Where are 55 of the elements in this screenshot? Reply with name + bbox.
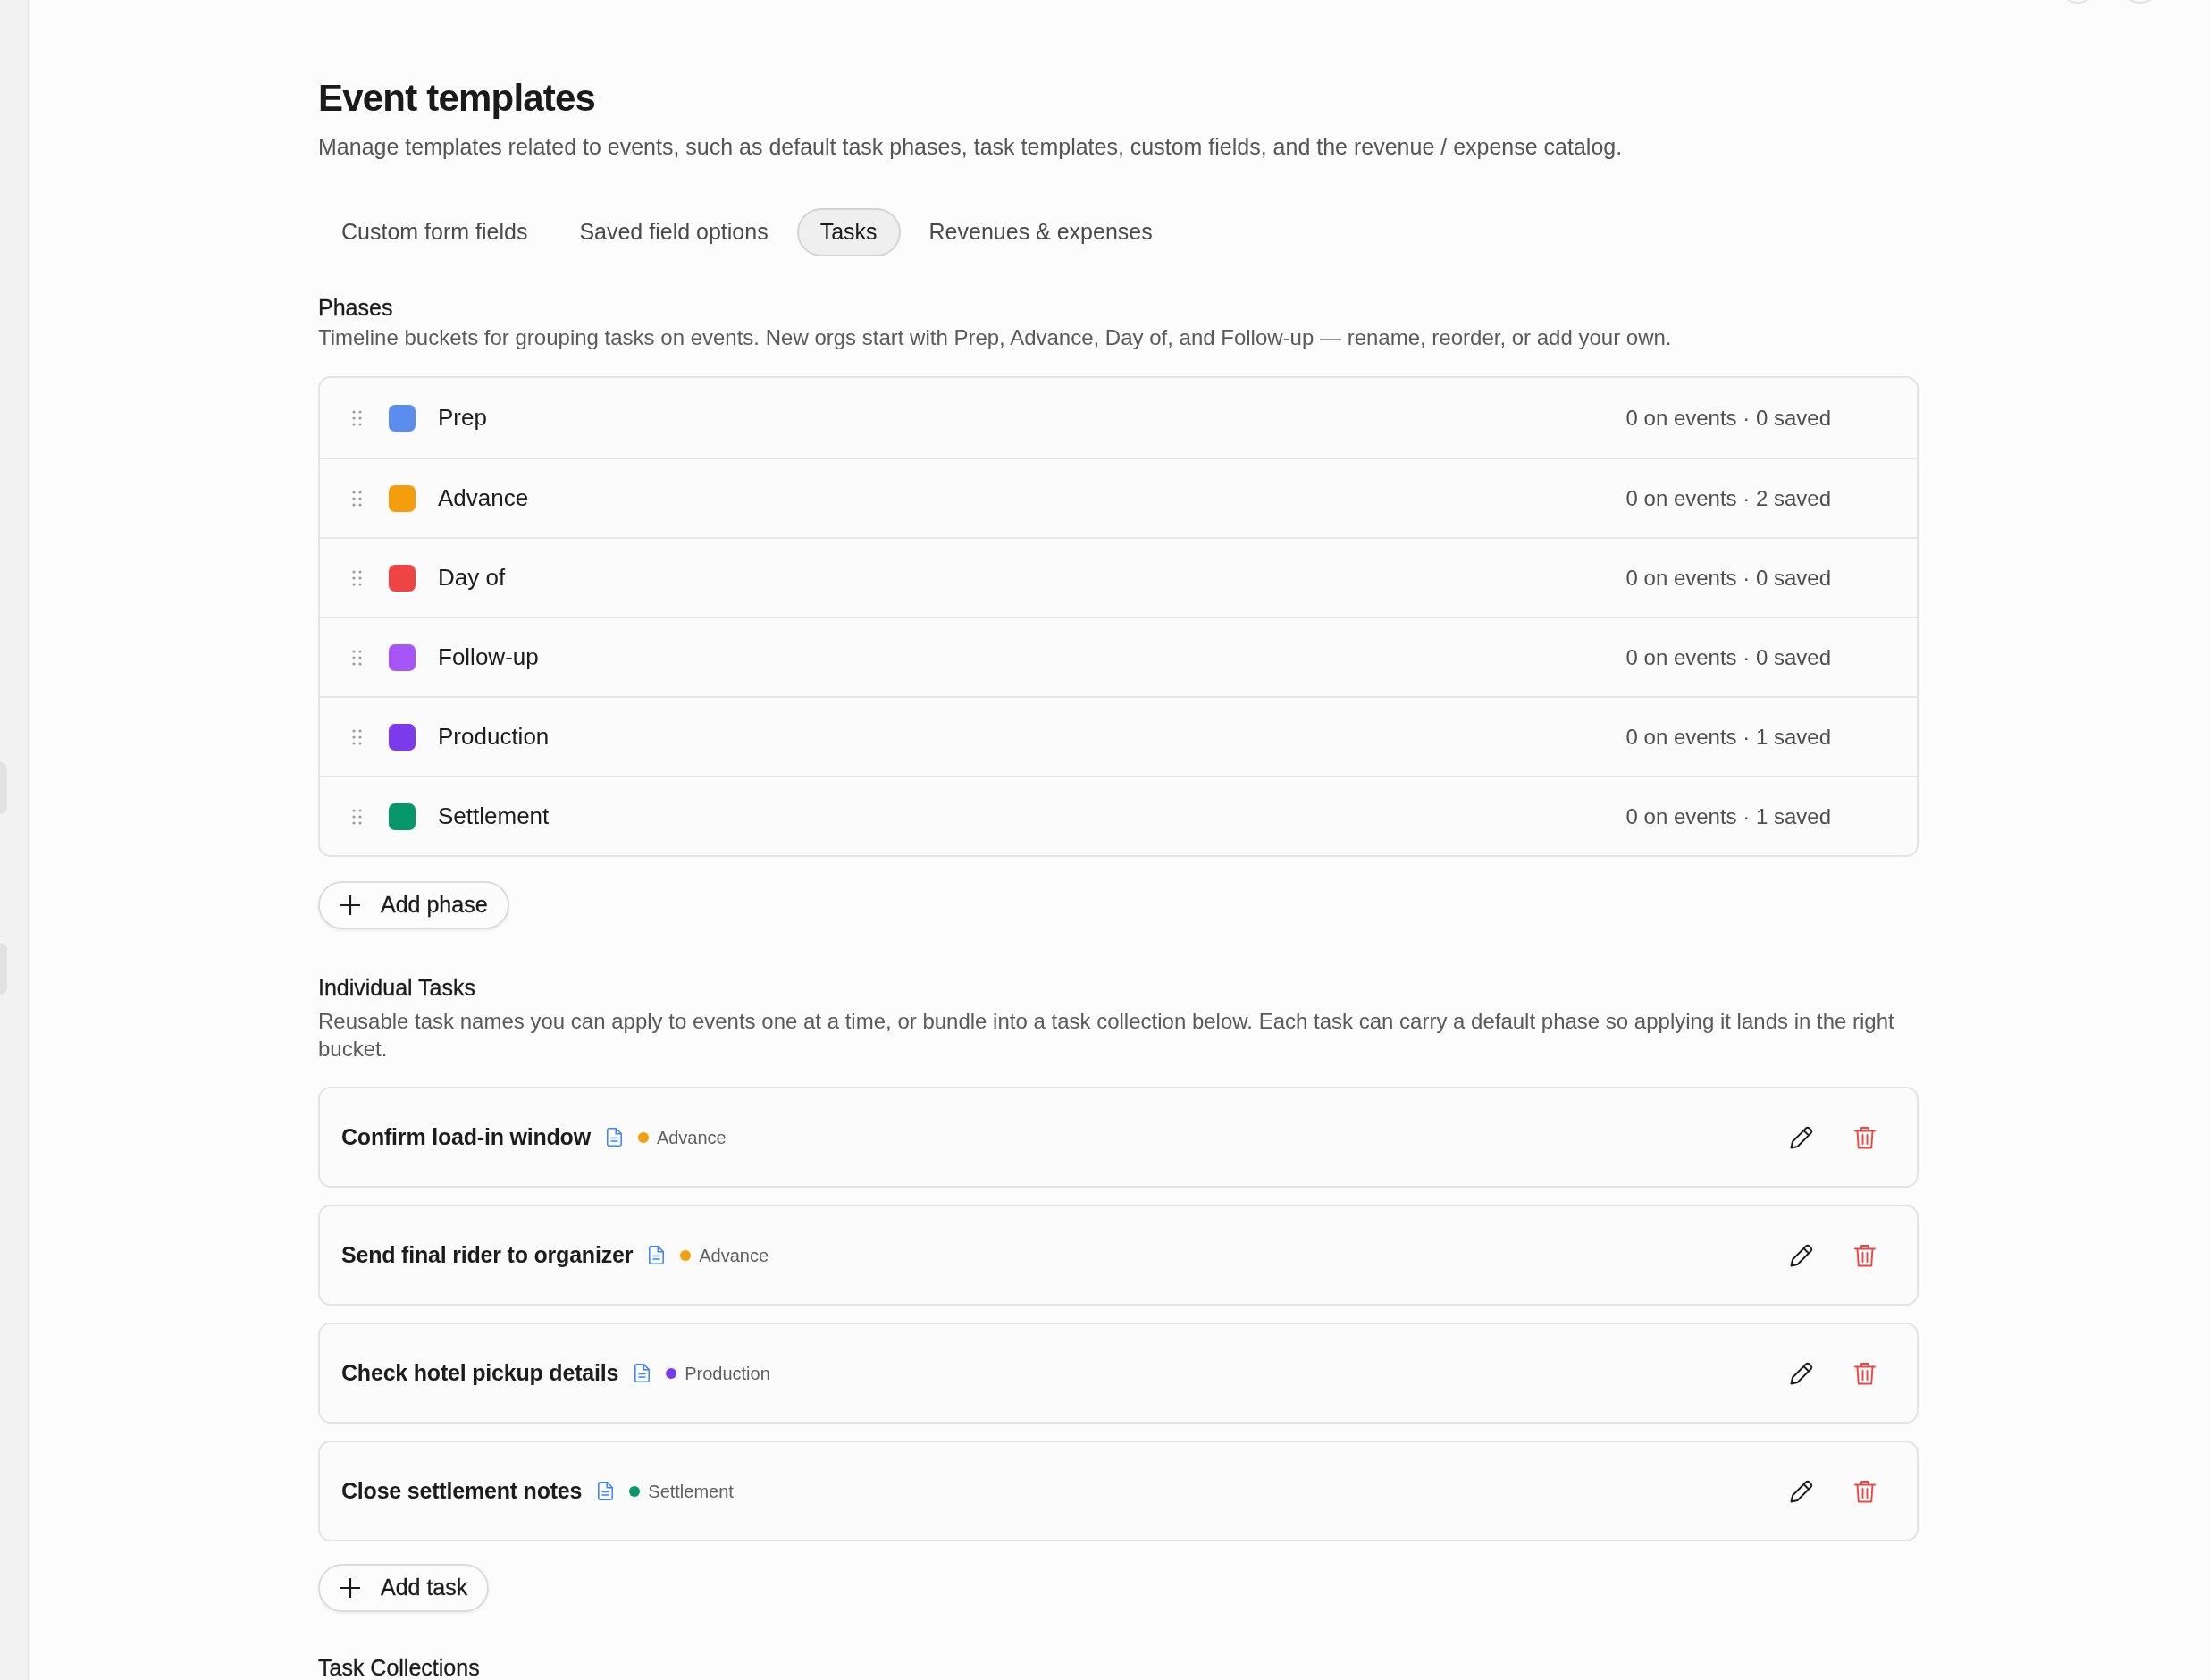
pencil-icon	[1790, 1361, 1813, 1385]
drag-handle-icon[interactable]	[352, 490, 362, 507]
phase-label: Production	[685, 1362, 770, 1385]
page-description: Manage templates related to events, such as default task phases, task templates, custom fields, and the revenue / expense catalog.	[318, 133, 1624, 161]
pencil-icon	[1790, 1125, 1813, 1149]
add-task-button[interactable]: Add task	[318, 1564, 490, 1612]
usage-count: 0 on events · 1 saved	[1625, 723, 1831, 751]
phase-name: Day of	[438, 563, 506, 592]
add-phase-button[interactable]: Add phase	[318, 881, 509, 929]
pencil-icon	[1790, 1243, 1813, 1267]
trash-icon	[1853, 1361, 1877, 1385]
phase-row[interactable]: Production 0 on events · 1 saved	[320, 696, 1917, 776]
drag-handle-icon[interactable]	[352, 649, 362, 666]
task-name: Send final rider to organizer	[341, 1240, 634, 1269]
usage-count: 0 on events · 0 saved	[1625, 643, 1831, 671]
section-description: Timeline buckets for grouping tasks on events. New orgs start with Prep, Advance, Day of, and Follow-up — rename, reorder, or add your own.	[318, 324, 1673, 351]
page-title: Event templates	[318, 76, 597, 121]
phase-row[interactable]: Settlement 0 on events · 1 saved	[320, 776, 1917, 855]
section-heading: Task Collections	[318, 1654, 481, 1680]
drag-handle-icon[interactable]	[352, 808, 362, 825]
section-description: Reusable task names you can apply to events one at a time, or bundle into a task collection below. Each task can carry a default phase so applying it lands in the right bucket.	[318, 1008, 1895, 1063]
phase-name: Settlement	[438, 802, 550, 831]
task-name: Close settlement notes	[341, 1476, 583, 1505]
drag-handle-icon[interactable]	[352, 728, 362, 745]
phase-label: Advance	[656, 1126, 727, 1149]
phase-label: Settlement	[648, 1480, 734, 1503]
phase-name: Production	[438, 722, 550, 752]
plus-icon	[340, 1577, 361, 1599]
task-name: Confirm load-in window	[341, 1122, 591, 1151]
phase-name: Advance	[438, 483, 529, 513]
trash-icon	[1853, 1125, 1877, 1149]
usage-count: 0 on events · 1 saved	[1625, 802, 1831, 830]
section-heading: Individual Tasks	[318, 974, 477, 1002]
usage-count: 0 on events · 0 saved	[1625, 564, 1831, 592]
phase-row[interactable]: Follow-up 0 on events · 0 saved	[320, 617, 1917, 696]
tab[interactable]: Custom form fields	[318, 208, 551, 256]
drag-handle-icon[interactable]	[352, 409, 362, 426]
phase-row[interactable]: Prep 0 on events · 0 saved	[320, 378, 1917, 458]
phase-label: Advance	[699, 1244, 769, 1267]
tab[interactable]: Saved field options	[556, 208, 792, 256]
usage-count: 0 on events · 2 saved	[1625, 484, 1831, 512]
pencil-icon	[1790, 1479, 1813, 1503]
trash-icon	[1853, 1479, 1877, 1503]
phase-row[interactable]: Advance 0 on events · 2 saved	[320, 458, 1917, 537]
drag-handle-icon[interactable]	[352, 569, 362, 586]
plus-icon	[340, 895, 361, 916]
usage-count: 0 on events · 0 saved	[1625, 404, 1831, 432]
phase-name: Prep	[438, 403, 487, 433]
tab[interactable]: Tasks	[796, 208, 901, 256]
section-heading: Phases	[318, 294, 394, 322]
task-name: Check hotel pickup details	[341, 1358, 619, 1387]
tab[interactable]: Revenues & expenses	[905, 208, 1176, 256]
phase-name: Follow-up	[438, 643, 539, 672]
trash-icon	[1853, 1243, 1877, 1267]
phase-row[interactable]: Day of 0 on events · 0 saved	[320, 537, 1917, 617]
